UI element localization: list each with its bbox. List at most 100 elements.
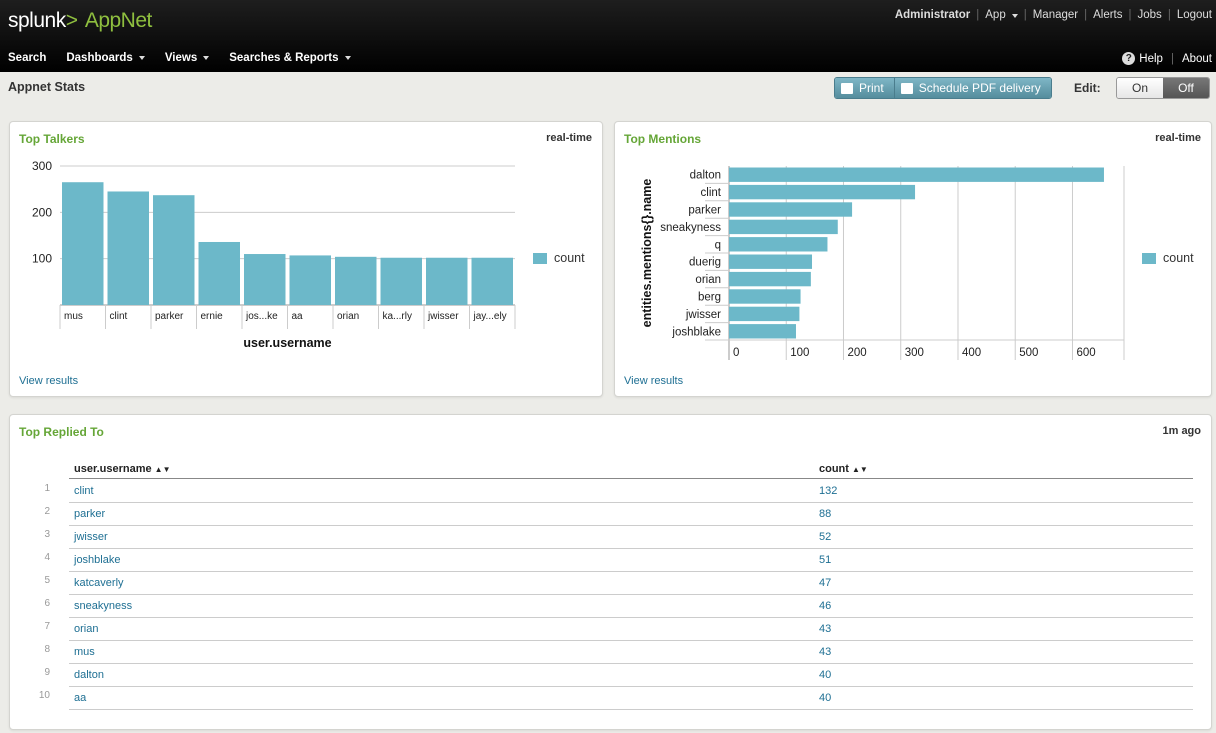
x-tick-label: 600	[1076, 347, 1095, 359]
x-tick-label: 300	[905, 347, 924, 359]
view-results-link[interactable]: View results	[19, 375, 78, 387]
user-menu-administrator[interactable]: Administrator	[895, 9, 970, 21]
results-table: user.username ▲▼ count ▲▼ 1 clint 132 2 parker…	[30, 459, 1193, 710]
cell-username[interactable]: katcaverly	[74, 577, 124, 589]
edit-toggle[interactable]: On Off	[1116, 77, 1210, 99]
cell-username[interactable]: dalton	[74, 669, 104, 681]
panel-title: Top Mentions	[624, 132, 702, 146]
nav-separator: |	[976, 9, 980, 21]
bar	[729, 254, 813, 269]
nav-search[interactable]: Search	[8, 52, 46, 64]
y-tick-label: orian	[695, 274, 721, 286]
x-tick-label: jos...ke	[245, 311, 278, 322]
nav-searches-reports-label: Searches & Reports	[229, 52, 339, 64]
row-number: 5	[44, 575, 50, 586]
x-tick-label: clint	[110, 311, 128, 322]
panel-top-replied: Top Replied To 1m ago user.username ▲▼ co…	[9, 414, 1212, 730]
bar	[289, 255, 331, 305]
print-button[interactable]: Print	[835, 78, 894, 98]
help-link[interactable]: Help	[1139, 53, 1163, 65]
row-number: 8	[44, 644, 50, 655]
row-number: 7	[44, 621, 50, 632]
cell-count[interactable]: 46	[819, 600, 831, 612]
alerts-link[interactable]: Alerts	[1093, 9, 1122, 21]
bar	[335, 256, 377, 305]
logout-link[interactable]: Logout	[1177, 9, 1212, 21]
row-number: 2	[44, 506, 50, 517]
bar	[729, 306, 800, 322]
page-title: Appnet Stats	[8, 80, 86, 94]
edit-off-option[interactable]: Off	[1163, 78, 1209, 98]
bar	[729, 184, 916, 200]
chart-legend: count	[533, 251, 585, 265]
y-tick-label: parker	[688, 205, 721, 217]
view-results-link[interactable]: View results	[624, 375, 683, 387]
legend-swatch	[533, 252, 547, 264]
bar	[729, 202, 853, 217]
cell-count[interactable]: 51	[819, 554, 831, 566]
app-menu[interactable]: App	[985, 9, 1018, 21]
help-icon[interactable]: ?	[1122, 52, 1136, 65]
table-row: 7 orian 43	[30, 617, 1193, 641]
x-tick-label: jwisser	[427, 311, 459, 322]
main-nav: Search Dashboards Views Searches & Repor…	[8, 52, 371, 64]
x-axis-title: user.username	[243, 336, 331, 350]
sort-icon: ▲▼	[154, 465, 171, 474]
nav-views[interactable]: Views	[165, 52, 210, 64]
app-logo[interactable]: splunk> AppNet	[8, 9, 152, 33]
nav-dashboards-label: Dashboards	[66, 52, 133, 64]
nav-searches-reports[interactable]: Searches & Reports	[229, 52, 351, 64]
y-axis-title: entities.mentions{}.name	[640, 179, 654, 328]
cell-count[interactable]: 40	[819, 669, 831, 681]
nav-separator: |	[1170, 52, 1174, 65]
cell-count[interactable]: 52	[819, 531, 831, 543]
cell-username[interactable]: mus	[74, 646, 95, 658]
nav-separator: |	[1084, 9, 1088, 21]
x-tick-label: ernie	[201, 311, 224, 322]
manager-link[interactable]: Manager	[1033, 9, 1078, 21]
cell-username[interactable]: jwisser	[74, 531, 108, 543]
jobs-link[interactable]: Jobs	[1138, 9, 1162, 21]
edit-on-option[interactable]: On	[1117, 78, 1163, 98]
y-tick-label: dalton	[690, 170, 721, 182]
print-button-label: Print	[859, 81, 884, 95]
schedule-pdf-button[interactable]: Schedule PDF delivery	[893, 78, 1051, 98]
bar	[198, 241, 240, 305]
nav-dashboards[interactable]: Dashboards	[66, 52, 145, 64]
cell-count[interactable]: 43	[819, 646, 831, 658]
bar	[729, 237, 828, 252]
cell-username[interactable]: orian	[74, 623, 98, 635]
column-header-username[interactable]: user.username ▲▼	[74, 463, 171, 475]
column-header-count[interactable]: count ▲▼	[819, 463, 868, 475]
nav-separator: |	[1128, 9, 1132, 21]
panel-top-talkers: Top Talkers real-time 100 200 300 mus clint p…	[9, 121, 603, 397]
bar	[729, 167, 1104, 182]
y-tick-label: berg	[698, 292, 721, 304]
chart-top-mentions: 0 100 200 300 400 500 600 dalton clint parker snea…	[640, 166, 1125, 360]
cell-count[interactable]: 132	[819, 485, 837, 497]
x-tick-label: jay...ely	[473, 311, 507, 322]
cell-username[interactable]: sneakyness	[74, 600, 132, 612]
nav-search-label: Search	[8, 52, 47, 64]
cell-username[interactable]: aa	[74, 692, 86, 704]
logo-separator: >	[65, 9, 78, 32]
about-link[interactable]: About	[1182, 53, 1212, 65]
nav-separator: |	[1167, 9, 1171, 21]
calendar-icon	[900, 82, 913, 94]
cell-count[interactable]: 88	[819, 508, 831, 520]
cell-username[interactable]: parker	[74, 508, 105, 520]
action-button-group: Print Schedule PDF delivery	[834, 77, 1052, 99]
y-tick-label: duerig	[689, 257, 721, 269]
legend-swatch	[1142, 252, 1156, 264]
cell-count[interactable]: 43	[819, 623, 831, 635]
bar	[729, 219, 838, 235]
cell-count[interactable]: 47	[819, 577, 831, 589]
printer-icon	[841, 82, 853, 94]
column-label: user.username	[74, 463, 152, 475]
cell-count[interactable]: 40	[819, 692, 831, 704]
cell-username[interactable]: joshblake	[74, 554, 120, 566]
chevron-down-icon	[203, 56, 210, 60]
x-tick-label: mus	[64, 311, 83, 322]
panel-status: 1m ago	[1162, 425, 1201, 437]
cell-username[interactable]: clint	[74, 485, 94, 497]
